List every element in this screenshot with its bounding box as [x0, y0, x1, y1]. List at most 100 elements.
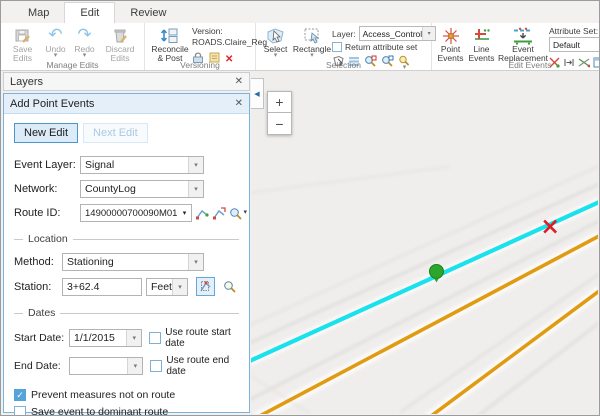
group-selection: Select ▾ Rectangle ▾ Layer: Access_Contr… [256, 23, 432, 70]
station-units-combobox[interactable]: Feet ▾ [146, 278, 188, 296]
layer-value: Access_Control [363, 29, 423, 39]
undo-caret-icon: ▾ [54, 54, 58, 59]
select-tool-icon [266, 26, 285, 45]
rectangle-button[interactable]: Rectangle ▾ [292, 25, 332, 59]
event-replacement-button[interactable]: Event Replacement [497, 25, 549, 64]
event-layer-label: Event Layer: [14, 159, 80, 171]
line-events-icon [473, 26, 491, 45]
attribute-set-value: Default [553, 40, 580, 50]
tab-map[interactable]: Map [13, 3, 64, 23]
route-id-label: Route ID: [14, 207, 80, 219]
reconcile-post-icon [160, 26, 180, 45]
method-label: Method: [14, 256, 62, 268]
layer-label: Layer: [332, 29, 356, 39]
prevent-measures-checkbox[interactable]: ✓ [14, 389, 26, 401]
ribbon-tab-bar: Map Edit Review [1, 1, 599, 24]
group-label-selection: Selection [256, 60, 431, 70]
use-route-end-date-checkbox[interactable] [150, 360, 162, 372]
add-point-events-header: Add Point Events ✕ [4, 94, 249, 114]
undo-button[interactable]: ↶ Undo ▾ [41, 25, 70, 59]
event-replacement-icon [512, 26, 534, 45]
method-combobox[interactable]: Stationing ▾ [62, 253, 204, 271]
group-label-versioning: Versioning [145, 60, 255, 70]
redo-button[interactable]: ↷ Redo ▾ [70, 25, 99, 59]
pick-station-on-map-icon[interactable] [196, 277, 216, 296]
collapse-arrow-icon: ◀ [254, 90, 259, 98]
group-label-edit-events: Edit Events [432, 60, 600, 70]
return-attribute-set-checkbox[interactable] [332, 42, 342, 52]
network-combobox[interactable]: CountyLog ▾ [80, 180, 204, 198]
location-section-label: Location [28, 233, 68, 245]
dates-section-separator: Dates [14, 307, 239, 319]
rectangle-tool-icon [303, 26, 322, 45]
start-date-arrow-icon: ▾ [126, 330, 141, 346]
tab-review[interactable]: Review [115, 3, 181, 23]
point-events-button[interactable]: Point Events [435, 25, 466, 64]
add-point-events-panel: Add Point Events ✕ New Edit Next Edit Ev… [3, 93, 250, 413]
tab-edit[interactable]: Edit [64, 2, 115, 24]
select-route-from-selection-icon[interactable] [212, 205, 226, 222]
station-label: Station: [14, 281, 62, 293]
end-date-input[interactable]: ▾ [69, 357, 143, 375]
save-edits-icon [14, 26, 31, 45]
attribute-set-label: Attribute Set: [549, 26, 600, 36]
zoom-out-button[interactable]: − [267, 113, 292, 135]
use-route-start-date-label[interactable]: Use route start date [165, 327, 239, 349]
group-edit-events: Point Events Line Events Event Replaceme… [432, 23, 600, 70]
attribute-set-combobox[interactable]: Default ▾ [549, 37, 600, 52]
dates-section-label: Dates [28, 307, 55, 319]
map-zoom-control: + − [267, 91, 292, 135]
location-section-separator: Location [14, 233, 239, 245]
select-caret-icon: ▾ [274, 54, 278, 59]
layers-close-icon[interactable]: ✕ [235, 76, 243, 87]
add-point-events-close-icon[interactable]: ✕ [235, 98, 243, 109]
redo-icon: ↷ [77, 26, 91, 45]
map-view[interactable]: ◀ + − [251, 71, 598, 414]
redo-caret-icon: ▾ [83, 54, 87, 59]
save-edits-button[interactable]: Save Edits [4, 25, 41, 64]
layers-panel-title: Layers [10, 76, 43, 88]
save-dominant-route-checkbox[interactable] [14, 406, 26, 416]
save-dominant-route-label[interactable]: Save event to dominant route [31, 406, 168, 416]
route-id-combobox[interactable]: 14900000700090M01 ▾ [80, 204, 192, 222]
new-edit-button[interactable]: New Edit [14, 123, 78, 143]
zoom-in-button[interactable]: + [267, 91, 292, 113]
network-combo-arrow-icon: ▾ [188, 181, 203, 197]
version-value: ROADS.Claire_Reg [192, 37, 252, 47]
event-layer-combobox[interactable]: Signal ▾ [80, 156, 204, 174]
panel-collapse-tab[interactable]: ◀ [251, 78, 264, 109]
route-zoom-caret-icon: ▾ [243, 211, 247, 216]
use-route-end-date-label[interactable]: Use route end date [166, 355, 239, 377]
discard-edits-icon [112, 26, 128, 45]
arcgis-pro-window: Map Edit Review Save Edits ↶ Undo ▾ ↷ Re… [0, 0, 600, 416]
station-input[interactable]: 3+62.4 [62, 278, 142, 296]
rectangle-caret-icon: ▾ [310, 54, 314, 59]
select-button[interactable]: Select ▾ [259, 25, 292, 59]
line-events-button[interactable]: Line Events [466, 25, 497, 64]
layers-panel-header: Layers ✕ [3, 72, 250, 91]
undo-icon: ↶ [48, 26, 62, 45]
method-combo-arrow-icon: ▾ [188, 254, 203, 270]
start-date-label: Start Date: [14, 332, 69, 344]
prevent-measures-label[interactable]: Prevent measures not on route [31, 389, 175, 401]
ribbon: Save Edits ↶ Undo ▾ ↷ Redo ▾ Discard Edi… [1, 23, 599, 71]
station-zoom-icon[interactable] [221, 278, 239, 295]
route-id-combo-arrow-icon: ▾ [177, 205, 191, 221]
add-point-events-title: Add Point Events [10, 98, 94, 110]
group-label-manage-edits: Manage Edits [1, 60, 144, 70]
end-date-label: End Date: [14, 360, 69, 372]
station-units-arrow-icon: ▾ [172, 279, 187, 295]
next-edit-button[interactable]: Next Edit [83, 123, 148, 143]
discard-edits-button[interactable]: Discard Edits [99, 25, 141, 64]
add-point-events-body: New Edit Next Edit Event Layer: Signal ▾… [4, 114, 249, 416]
layer-combobox[interactable]: Access_Control ▾ [359, 26, 437, 41]
event-layer-value: Signal [85, 159, 114, 171]
use-route-start-date-checkbox[interactable] [149, 332, 161, 344]
select-route-on-map-icon[interactable] [195, 205, 209, 222]
reconcile-post-button[interactable]: Reconcile & Post [148, 25, 192, 64]
route-zoom-menu-icon[interactable]: ▾ [229, 205, 247, 222]
start-date-input[interactable]: 1/1/2015 ▾ [69, 329, 142, 347]
return-attribute-set-label[interactable]: Return attribute set [345, 42, 417, 52]
group-manage-edits: Save Edits ↶ Undo ▾ ↷ Redo ▾ Discard Edi… [1, 23, 145, 70]
route-id-value: 14900000700090M01 [85, 208, 177, 219]
